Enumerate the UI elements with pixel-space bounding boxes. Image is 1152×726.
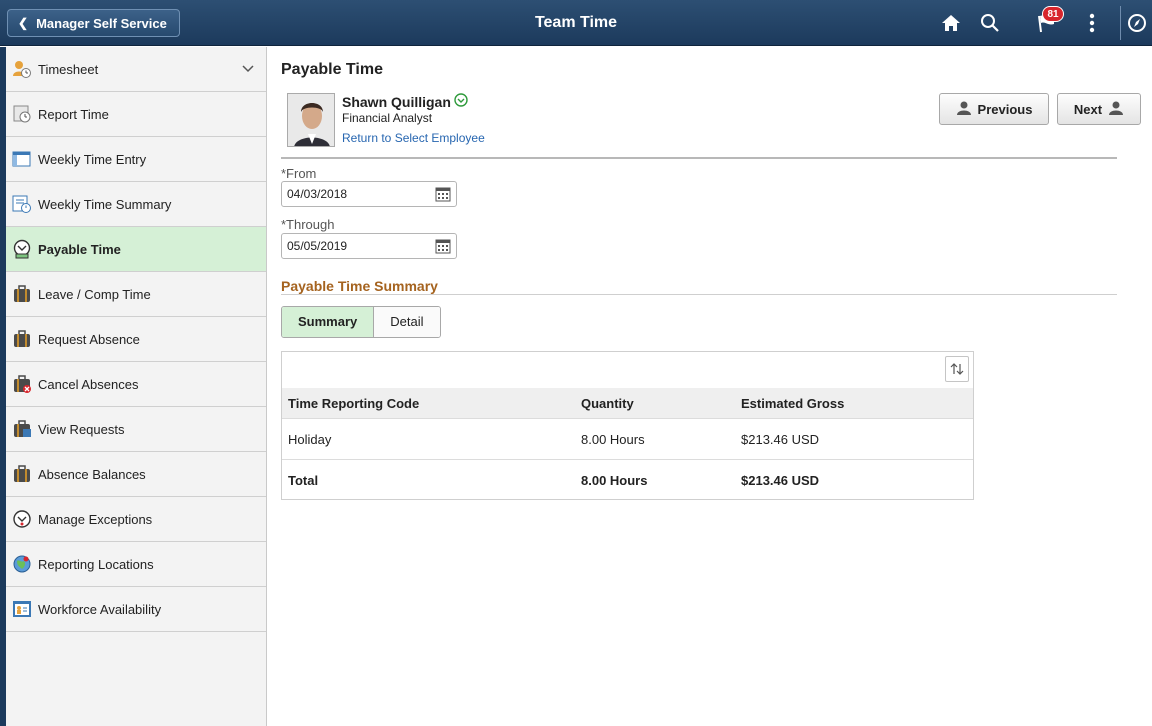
chevron-left-icon: ❮	[18, 16, 29, 30]
from-date-field[interactable]: 04/03/2018	[281, 181, 457, 207]
table-cell: Holiday	[288, 432, 332, 447]
home-icon[interactable]	[936, 9, 966, 37]
sidebar-item-leave-comp-time[interactable]: Leave / Comp Time	[6, 272, 266, 317]
sidebar-item-label: View Requests	[38, 421, 125, 437]
sidebar-item-weekly-time-entry[interactable]: Weekly Time Entry	[6, 137, 266, 182]
table-cell: $213.46 USD	[741, 473, 820, 488]
sidebar-item-manage-exceptions[interactable]: Manage Exceptions	[6, 497, 266, 542]
weekly-entry-icon	[12, 149, 32, 169]
back-to-manager-self-service-button[interactable]: ❮ Manager Self Service	[7, 9, 180, 37]
person-icon	[1108, 101, 1124, 118]
through-date-label: *Through	[281, 217, 335, 232]
chevron-down-icon[interactable]	[242, 61, 254, 76]
sidebar-item-reporting-locations[interactable]: Reporting Locations	[6, 542, 266, 587]
sidebar-item-label: Timesheet	[38, 61, 99, 77]
payable-time-grid: Time Reporting Code Quantity Estimated G…	[281, 351, 974, 500]
table-cell: Total	[288, 473, 319, 488]
table-row: Holiday 8.00 Hours $213.46 USD	[282, 418, 973, 460]
sidebar-item-payable-time[interactable]: Payable Time	[6, 227, 266, 272]
header-divider	[281, 157, 1117, 159]
page-title: Payable Time	[281, 61, 383, 78]
view-requests-icon	[12, 419, 32, 439]
leave-icon	[12, 284, 32, 304]
employee-name: Shawn Quilligan	[342, 93, 468, 110]
previous-employee-button[interactable]: Previous	[939, 93, 1049, 125]
tab-summary[interactable]: Summary	[282, 307, 375, 337]
navbar-compass-icon[interactable]	[1123, 9, 1151, 37]
app-header: ❮ Manager Self Service Team Time 81	[0, 0, 1152, 46]
total-row: Total 8.00 Hours $213.46 USD	[282, 459, 973, 501]
left-navigation-panel: Timesheet Report Time Weekly Time Entry …	[0, 47, 267, 726]
workforce-availability-icon	[12, 599, 32, 619]
previous-button-label: Previous	[977, 101, 1033, 117]
main-content: Payable Time Shawn Quilligan Financial A…	[268, 47, 1152, 726]
sidebar-item-label: Weekly Time Entry	[38, 151, 147, 167]
cancel-absence-icon	[12, 374, 32, 394]
column-header: Quantity	[581, 395, 634, 411]
table-cell: 8.00 Hours	[581, 432, 645, 447]
calendar-icon[interactable]	[435, 186, 451, 202]
employee-photo	[287, 93, 335, 147]
sidebar-item-label: Payable Time	[38, 241, 121, 257]
view-tabs: Summary Detail	[281, 306, 441, 338]
table-header: Time Reporting Code Quantity Estimated G…	[282, 388, 973, 418]
manage-exceptions-icon	[12, 509, 32, 529]
weekly-summary-icon	[12, 194, 32, 214]
sidebar-item-label: Leave / Comp Time	[38, 286, 151, 302]
from-date-value: 04/03/2018	[287, 187, 348, 201]
sidebar-item-label: Weekly Time Summary	[38, 196, 172, 212]
tab-detail[interactable]: Detail	[374, 307, 440, 337]
return-to-select-employee-link[interactable]: Return to Select Employee	[342, 131, 485, 145]
from-date-label: *From	[281, 166, 317, 181]
sidebar-item-label: Manage Exceptions	[38, 511, 153, 527]
column-header: Time Reporting Code	[288, 395, 420, 411]
sidebar-item-report-time[interactable]: Report Time	[6, 92, 266, 137]
status-check-icon	[454, 93, 468, 110]
header-separator	[1120, 6, 1121, 40]
notification-count-badge: 81	[1042, 6, 1064, 22]
column-header: Estimated Gross	[741, 395, 845, 411]
sidebar-item-view-requests[interactable]: View Requests	[6, 407, 266, 452]
report-time-icon	[12, 104, 32, 124]
next-button-label: Next	[1073, 101, 1103, 117]
employee-job-title: Financial Analyst	[342, 111, 433, 125]
reporting-locations-icon	[12, 554, 32, 574]
sidebar-item-label: Reporting Locations	[38, 556, 154, 572]
section-divider	[281, 294, 1117, 295]
sidebar-item-label: Workforce Availability	[38, 601, 162, 617]
sidebar-item-label: Cancel Absences	[38, 376, 139, 392]
sidebar-item-workforce-availability[interactable]: Workforce Availability	[6, 587, 266, 632]
calendar-icon[interactable]	[435, 238, 451, 254]
through-date-value: 05/05/2019	[287, 239, 348, 253]
sidebar-item-label: Absence Balances	[38, 466, 146, 482]
table-cell: $213.46 USD	[741, 432, 820, 447]
sidebar-item-cancel-absences[interactable]: Cancel Absences	[6, 362, 266, 407]
timesheet-icon	[12, 59, 32, 79]
sidebar-item-absence-balances[interactable]: Absence Balances	[6, 452, 266, 497]
absence-balances-icon	[12, 464, 32, 484]
sort-icon[interactable]	[945, 356, 969, 382]
search-icon[interactable]	[975, 9, 1005, 37]
next-employee-button[interactable]: Next	[1057, 93, 1141, 125]
sidebar-item-timesheet[interactable]: Timesheet	[6, 47, 266, 92]
person-icon	[956, 101, 972, 118]
table-cell: 8.00 Hours	[581, 473, 648, 488]
back-button-label: Manager Self Service	[36, 15, 167, 31]
payable-time-icon	[12, 239, 32, 259]
notification-flag-icon[interactable]: 81	[1030, 6, 1064, 37]
request-absence-icon	[12, 329, 32, 349]
employee-name-text: Shawn Quilligan	[342, 93, 451, 110]
sidebar-item-label: Request Absence	[38, 331, 140, 347]
through-date-field[interactable]: 05/05/2019	[281, 233, 457, 259]
sidebar-item-label: Report Time	[38, 106, 109, 122]
section-title: Payable Time Summary	[281, 278, 438, 294]
sidebar-item-weekly-time-summary[interactable]: Weekly Time Summary	[6, 182, 266, 227]
sidebar-item-request-absence[interactable]: Request Absence	[6, 317, 266, 362]
actions-menu-icon[interactable]	[1082, 9, 1102, 37]
